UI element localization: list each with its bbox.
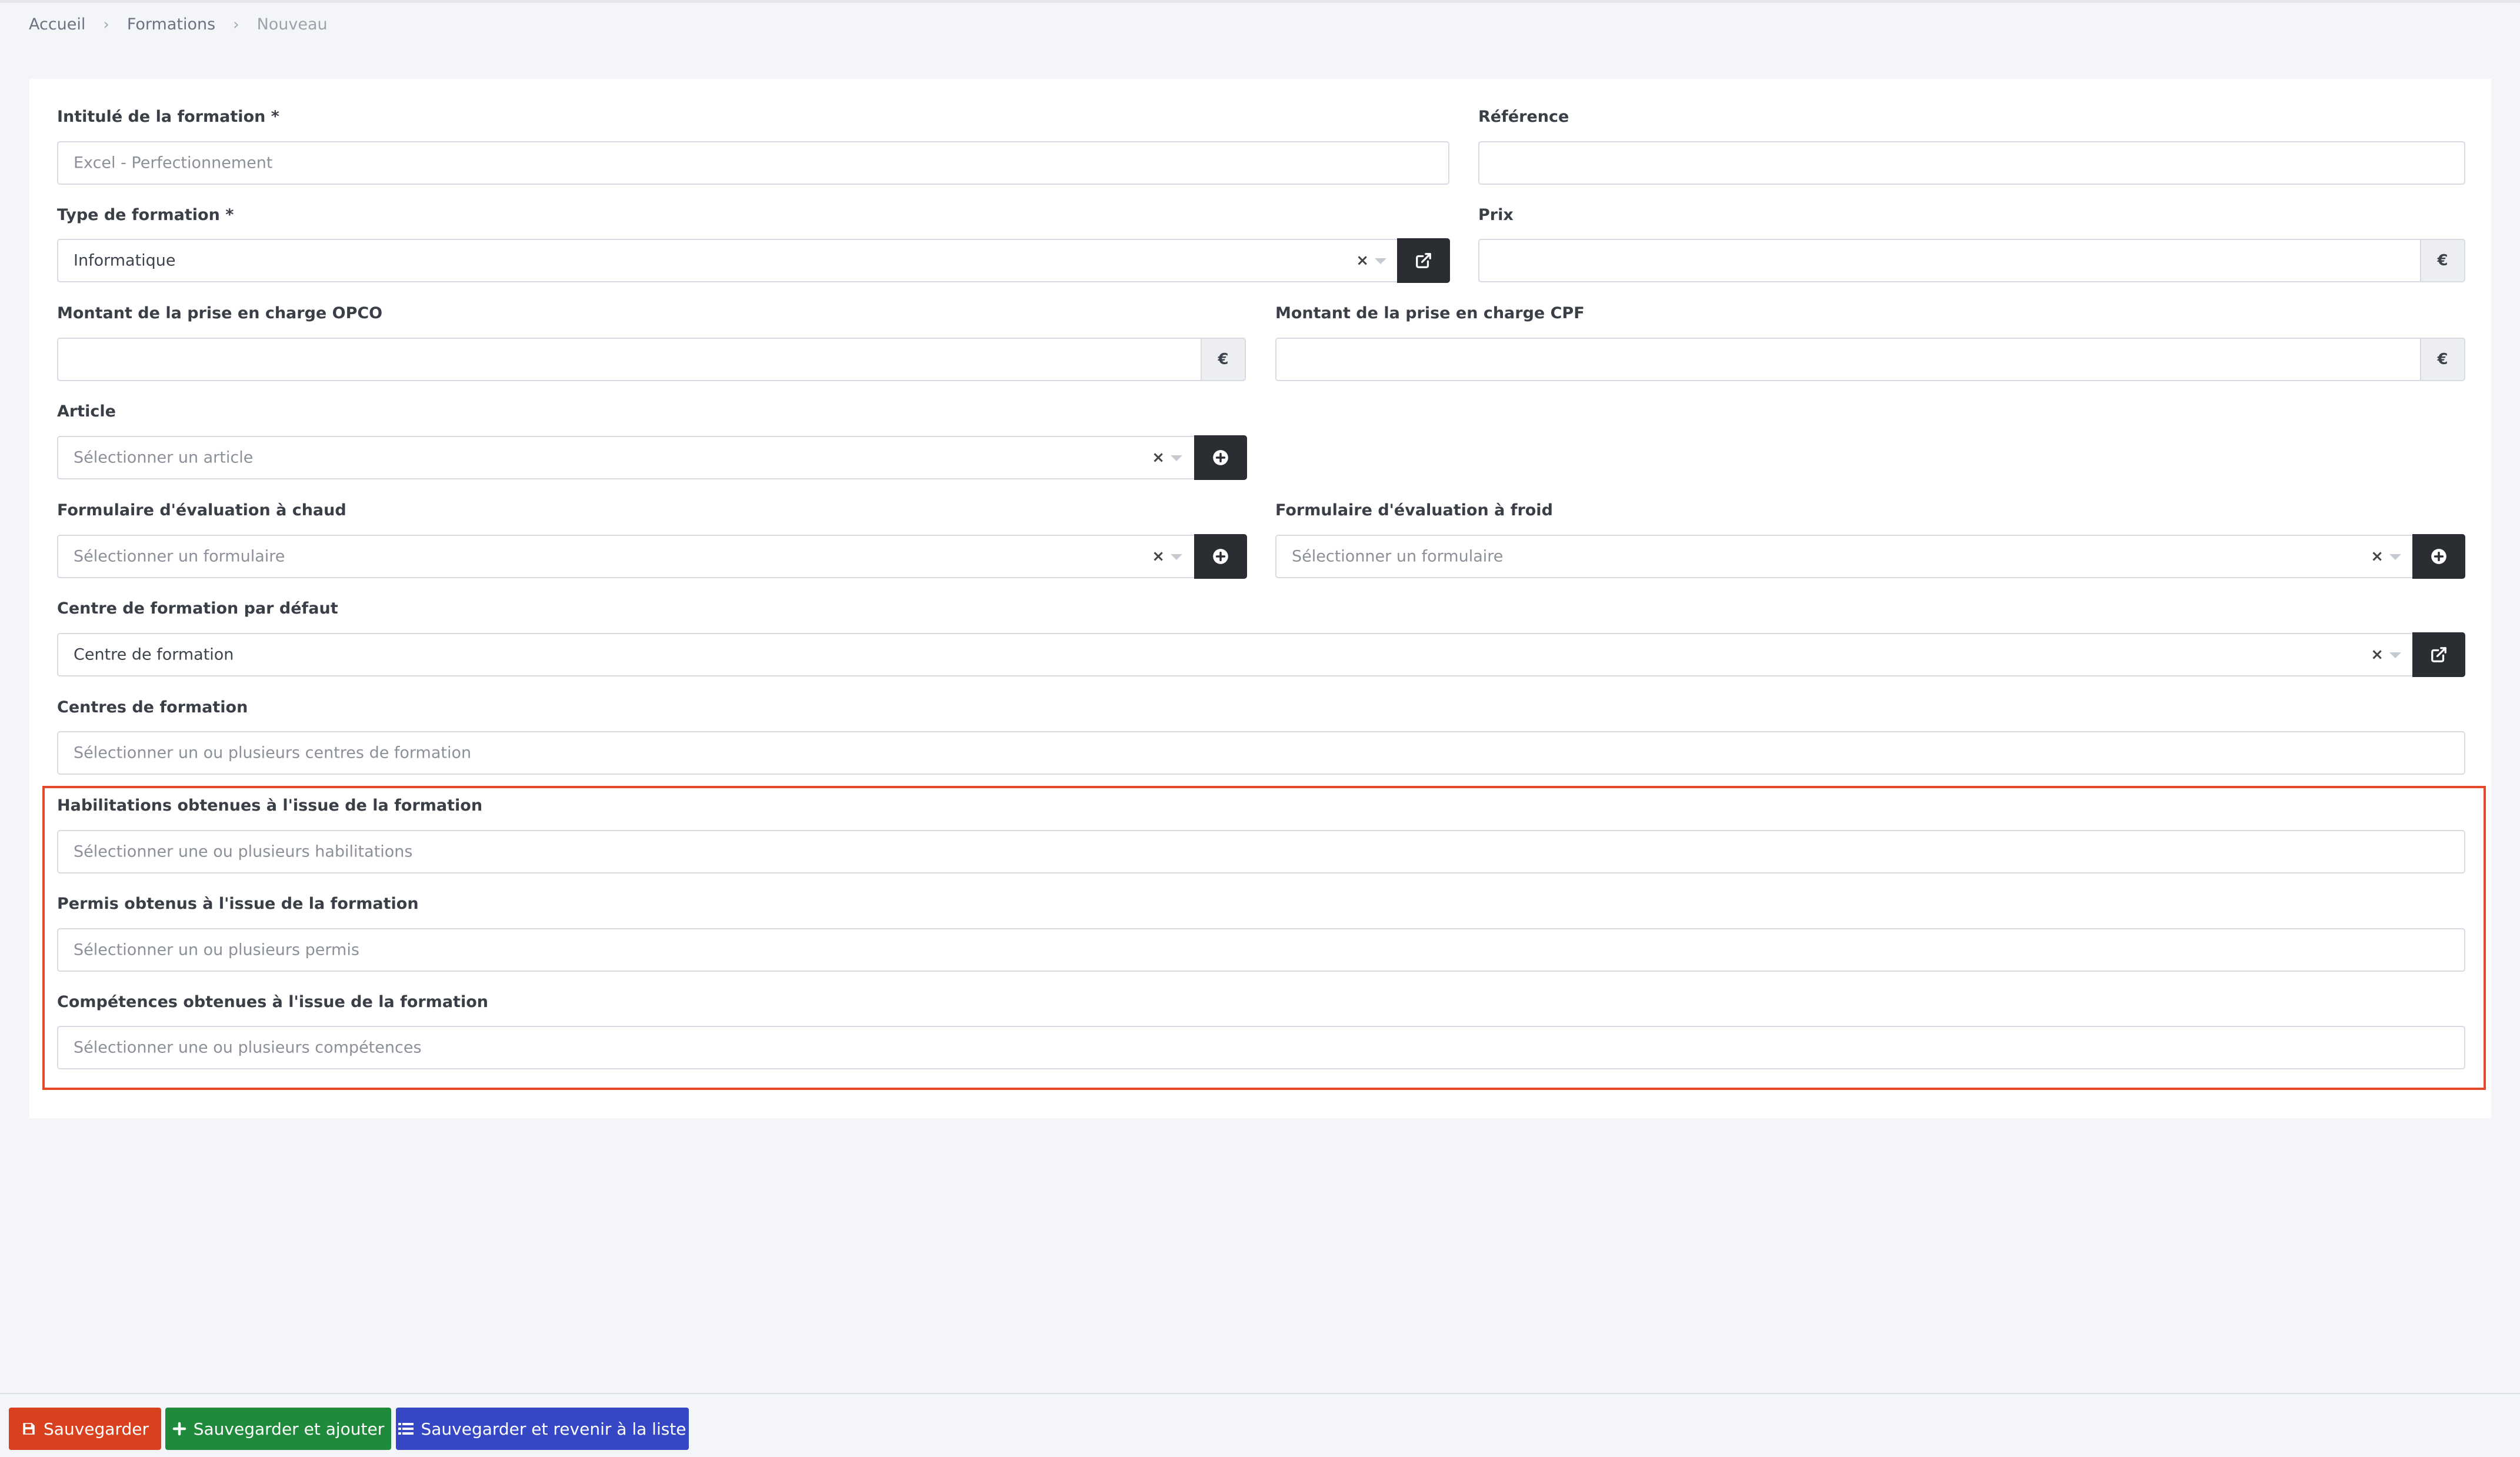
breadcrumb: Accueil › Formations › Nouveau: [29, 15, 328, 34]
intitule-placeholder: Excel - Perfectionnement: [74, 154, 273, 172]
habilitations-multiselect[interactable]: Sélectionner une ou plusieurs habilitati…: [57, 830, 2465, 873]
centre-defaut-external-link-button[interactable]: [2412, 632, 2465, 677]
list-icon: [398, 1423, 414, 1435]
eval-chaud-chevron-down-icon: [1171, 554, 1182, 560]
habilitations-placeholder: Sélectionner une ou plusieurs habilitati…: [74, 842, 413, 861]
save-and-return-button[interactable]: Sauvegarder et revenir à la liste: [396, 1408, 689, 1450]
habilitations-label: Habilitations obtenues à l'issue de la f…: [57, 796, 483, 815]
centre-defaut-chevron-down-icon: [2389, 652, 2401, 658]
eval-chaud-add-button[interactable]: [1194, 534, 1247, 579]
competences-label: Compétences obtenues à l'issue de la for…: [57, 993, 488, 1011]
breadcrumb-chevron-icon: ›: [103, 15, 109, 34]
centres-placeholder: Sélectionner un ou plusieurs centres de …: [74, 743, 472, 762]
competences-multiselect[interactable]: Sélectionner une ou plusieurs compétence…: [57, 1026, 2465, 1069]
breadcrumb-home[interactable]: Accueil: [29, 15, 85, 34]
eval-chaud-clear-icon[interactable]: ×: [1152, 548, 1165, 565]
plus-circle-icon: [2431, 549, 2446, 564]
prix-input[interactable]: [1478, 239, 2421, 282]
external-link-icon: [2431, 647, 2446, 662]
eval-froid-add-button[interactable]: [2412, 534, 2465, 579]
breadcrumb-current: Nouveau: [256, 15, 328, 34]
article-select[interactable]: Sélectionner un article ×: [57, 436, 1195, 479]
reference-input[interactable]: [1478, 141, 2465, 185]
permis-label: Permis obtenus à l'issue de la formation: [57, 895, 419, 913]
eval-chaud-placeholder: Sélectionner un formulaire: [74, 547, 285, 566]
breadcrumb-formations[interactable]: Formations: [127, 15, 215, 34]
centre-defaut-select[interactable]: Centre de formation ×: [57, 633, 2414, 676]
eval-froid-placeholder: Sélectionner un formulaire: [1292, 547, 1504, 566]
competences-placeholder: Sélectionner une ou plusieurs compétence…: [74, 1038, 422, 1057]
type-chevron-down-icon: [1375, 258, 1386, 264]
cpf-label: Montant de la prise en charge CPF: [1275, 304, 1585, 322]
floppy-disk-icon: [23, 1423, 35, 1435]
cpf-input[interactable]: [1275, 338, 2421, 381]
type-clear-icon[interactable]: ×: [1356, 252, 1369, 269]
plus-icon: [172, 1422, 186, 1436]
reference-label: Référence: [1478, 108, 1569, 126]
type-external-link-button[interactable]: [1397, 238, 1450, 283]
plus-circle-icon: [1213, 450, 1228, 465]
eval-chaud-select[interactable]: Sélectionner un formulaire ×: [57, 535, 1195, 578]
opco-input[interactable]: [57, 338, 1202, 381]
save-and-return-button-label: Sauvegarder et revenir à la liste: [421, 1419, 686, 1439]
intitule-input[interactable]: Excel - Perfectionnement: [57, 141, 1449, 185]
article-clear-icon[interactable]: ×: [1152, 449, 1165, 466]
save-button[interactable]: Sauvegarder: [9, 1408, 161, 1450]
plus-circle-icon: [1213, 549, 1228, 564]
centre-defaut-label: Centre de formation par défaut: [57, 599, 338, 618]
permis-placeholder: Sélectionner un ou plusieurs permis: [74, 941, 359, 959]
cpf-currency-addon: €: [2420, 338, 2465, 381]
eval-chaud-label: Formulaire d'évaluation à chaud: [57, 501, 346, 519]
centre-defaut-clear-icon[interactable]: ×: [2371, 646, 2384, 664]
opco-label: Montant de la prise en charge OPCO: [57, 304, 383, 322]
centre-defaut-value: Centre de formation: [74, 645, 234, 664]
eval-froid-select[interactable]: Sélectionner un formulaire ×: [1275, 535, 2414, 578]
eval-froid-label: Formulaire d'évaluation à froid: [1275, 501, 1553, 519]
save-button-label: Sauvegarder: [44, 1419, 149, 1439]
article-add-button[interactable]: [1194, 435, 1247, 480]
save-and-add-button-label: Sauvegarder et ajouter: [193, 1419, 385, 1439]
intitule-label: Intitulé de la formation *: [57, 108, 279, 126]
type-select[interactable]: Informatique ×: [57, 239, 1399, 282]
article-label: Article: [57, 402, 116, 421]
eval-froid-clear-icon[interactable]: ×: [2371, 548, 2384, 565]
permis-multiselect[interactable]: Sélectionner un ou plusieurs permis: [57, 928, 2465, 972]
centres-multiselect[interactable]: Sélectionner un ou plusieurs centres de …: [57, 731, 2465, 775]
top-border: [0, 0, 2520, 3]
prix-currency-addon: €: [2420, 239, 2465, 282]
article-chevron-down-icon: [1171, 455, 1182, 461]
external-link-icon: [1416, 253, 1431, 268]
type-value: Informatique: [74, 251, 176, 270]
prix-label: Prix: [1478, 206, 1514, 224]
article-placeholder: Sélectionner un article: [74, 448, 254, 467]
eval-froid-chevron-down-icon: [2389, 554, 2401, 560]
opco-currency-addon: €: [1201, 338, 1246, 381]
centres-label: Centres de formation: [57, 698, 248, 716]
save-and-add-button[interactable]: Sauvegarder et ajouter: [165, 1408, 391, 1450]
type-label: Type de formation *: [57, 206, 234, 224]
breadcrumb-chevron-icon: ›: [233, 15, 239, 34]
